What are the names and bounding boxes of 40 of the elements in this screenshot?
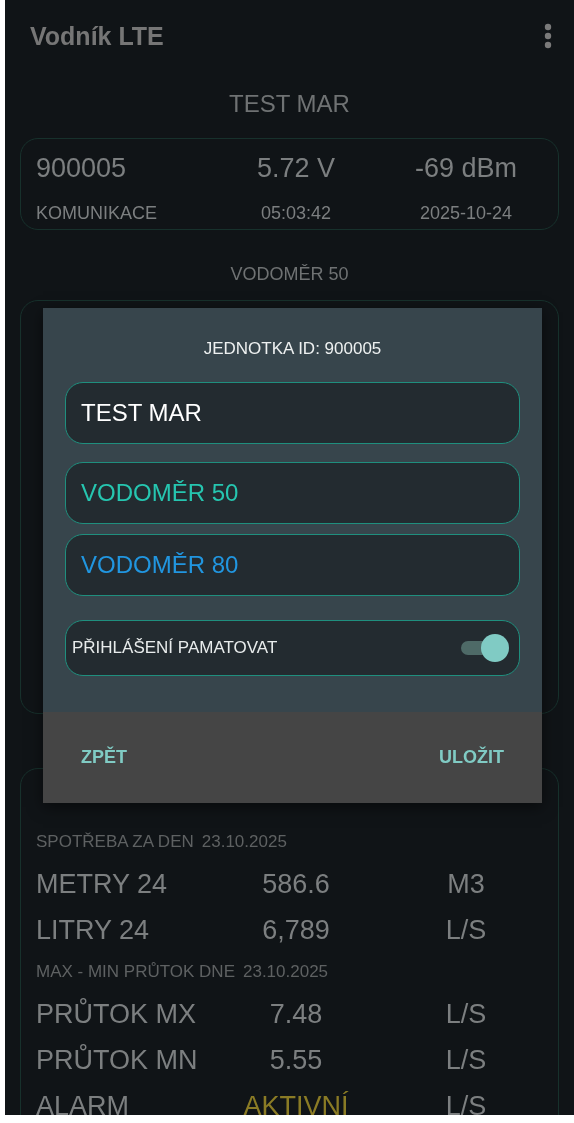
status-value: -69 dBm — [413, 152, 518, 184]
more-options-icon[interactable] — [544, 23, 552, 49]
dialog-title: JEDNOTKA ID: 900005 — [203, 339, 382, 358]
input-field[interactable]: VODOMĚR 50 — [65, 462, 520, 524]
save-button[interactable]: ULOŽIT — [425, 737, 518, 778]
status-value: 05:03:42 — [259, 202, 333, 224]
app-title: Vodník LTE — [30, 21, 164, 51]
section-label: MAX - MIN PRŮTOK DNE — [36, 962, 235, 982]
section-date: 23.10.2025 — [243, 962, 329, 982]
status-value: 2025-10-24 — [418, 202, 514, 224]
status-value: 900005 — [36, 152, 128, 184]
section-label: SPOTŘEBA ZA DEN — [36, 832, 194, 852]
status-value: 5.72 V — [255, 152, 337, 184]
unit-title: TEST MAR — [229, 90, 350, 117]
row-label: ALARM — [36, 1090, 131, 1115]
input-field[interactable]: TEST MAR — [65, 382, 520, 444]
row-label: PRŮTOK MN — [36, 1044, 199, 1076]
row-label: METRY 24 — [36, 868, 169, 900]
field-value: VODOMĚR 50 — [81, 479, 239, 507]
toggle-switch[interactable] — [459, 632, 509, 664]
row-unit: L/S — [444, 998, 488, 1030]
section-date: 23.10.2025 — [201, 832, 287, 852]
status-value: KOMUNIKACE — [36, 202, 159, 224]
field-value: VODOMĚR 80 — [81, 551, 239, 579]
meter-title: VODOMĚR 50 — [230, 264, 349, 284]
input-field[interactable]: VODOMĚR 80 — [65, 534, 520, 596]
row-value: AKTIVNÍ — [242, 1090, 350, 1115]
row-unit: M3 — [446, 868, 486, 900]
row-value: 5.55 — [268, 1044, 324, 1076]
row-label: LITRY 24 — [36, 914, 151, 946]
toggle-label: PŘIHLÁŠENÍ PAMATOVAT — [72, 638, 278, 658]
row-unit: L/S — [444, 1044, 488, 1076]
field-value: TEST MAR — [81, 399, 202, 427]
row-unit: L/S — [444, 914, 488, 946]
back-button[interactable]: ZPĚT — [67, 737, 141, 778]
row-label: PRŮTOK MX — [36, 998, 198, 1030]
row-value: 6,789 — [261, 914, 331, 946]
row-unit: L/S — [444, 1090, 488, 1115]
row-value: 7.48 — [268, 998, 324, 1030]
row-value: 586.6 — [261, 868, 331, 900]
